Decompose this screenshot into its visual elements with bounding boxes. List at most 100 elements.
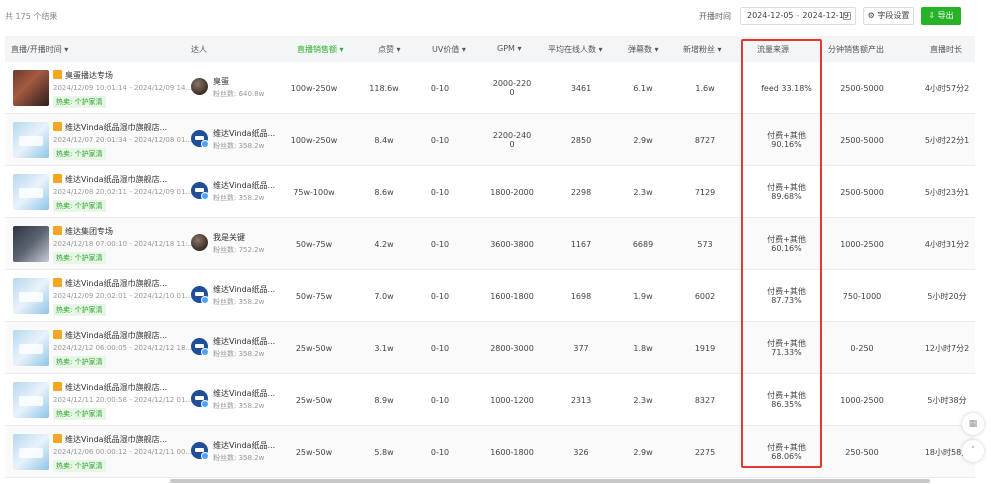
- vertical-scrollbar[interactable]: [975, 0, 991, 484]
- live-title[interactable]: 维达Vinda纸品湿巾旗舰店...: [53, 174, 167, 185]
- kol-avatar[interactable]: [191, 390, 209, 408]
- column-header-newfans[interactable]: 新增粉丝 ▾: [683, 44, 722, 55]
- live-time: 2024/12/09 20:02:01 - 2024/12/10 01...: [53, 292, 193, 300]
- field-settings-button[interactable]: ⚙ 字段设置: [863, 7, 914, 25]
- cell-duration: 5小时20分: [927, 292, 967, 301]
- cell-gpm: 2200-240 0: [492, 131, 532, 149]
- kol-name[interactable]: 维达Vinda纸品...: [213, 284, 275, 295]
- kol-avatar[interactable]: [191, 78, 208, 95]
- cell-online: 377: [573, 344, 589, 353]
- cell-danmu: 1.8w: [633, 344, 653, 353]
- table-row[interactable]: 维达Vinda纸品湿巾旗舰店... 2024/12/08 20:02:11 - 2…: [5, 166, 975, 218]
- kol-name[interactable]: 维达Vinda纸品...: [213, 180, 275, 191]
- cell-danmu: 2.9w: [633, 136, 653, 145]
- live-title[interactable]: 维达集团专场: [53, 226, 113, 237]
- column-header-sales[interactable]: 直播销售额 ▾: [297, 44, 344, 55]
- live-title-text: 维达Vinda纸品湿巾旗舰店...: [65, 279, 168, 288]
- live-thumbnail[interactable]: [13, 70, 49, 106]
- kol-avatar[interactable]: [191, 442, 209, 460]
- live-title-text: 臭蛋播达专场: [65, 71, 113, 80]
- column-header-uv[interactable]: UV价值 ▾: [432, 44, 466, 55]
- cell-permin: 250-500: [845, 448, 879, 457]
- export-button[interactable]: ⇩ 导出: [921, 7, 961, 25]
- column-header-likes[interactable]: 点赞 ▾: [378, 44, 401, 55]
- kol-name[interactable]: 维达Vinda纸品...: [213, 336, 275, 347]
- kol-name[interactable]: 臭蛋: [213, 76, 229, 87]
- live-title-text: 维达Vinda纸品湿巾旗舰店...: [65, 435, 168, 444]
- cell-permin: 1000-2500: [840, 396, 884, 405]
- kol-name[interactable]: 维达Vinda纸品...: [213, 388, 275, 399]
- cell-permin: 2500-5000: [840, 188, 884, 197]
- live-thumbnail[interactable]: [13, 226, 49, 262]
- live-title[interactable]: 维达Vinda纸品湿巾旗舰店...: [53, 382, 167, 393]
- column-header-permin: 分钟销售额产出: [828, 45, 884, 54]
- table-row[interactable]: 维达Vinda纸品湿巾旗舰店... 2024/12/07 20:01:34 - 2…: [5, 114, 975, 166]
- live-title[interactable]: 维达Vinda纸品湿巾旗舰店...: [53, 330, 167, 341]
- horizontal-scrollbar[interactable]: [0, 477, 975, 483]
- cell-traffic: 付费+其他 87.73%: [767, 287, 806, 305]
- column-header-gpm[interactable]: GPM ▾: [497, 44, 521, 53]
- date-end: 2024-12-19: [802, 11, 849, 20]
- live-title-text: 维达集团专场: [65, 227, 113, 236]
- toolbar: 共 175 个结果 开播时间 2024-12-05-2024-12-19 ⚙ 字…: [0, 0, 975, 32]
- live-title[interactable]: 臭蛋播达专场: [53, 70, 113, 81]
- live-title[interactable]: 维达Vinda纸品湿巾旗舰店...: [53, 122, 167, 133]
- table-row[interactable]: 维达Vinda纸品湿巾旗舰店... 2024/12/06 00:00:12 - 2…: [5, 426, 975, 478]
- live-thumbnail[interactable]: [13, 174, 49, 210]
- cell-uv: 0-10: [430, 292, 450, 301]
- cell-permin: 1000-2500: [840, 240, 884, 249]
- live-thumbnail[interactable]: [13, 434, 49, 470]
- cell-newfans: 573: [697, 240, 713, 249]
- back-to-top-icon[interactable]: ˄: [962, 440, 984, 462]
- live-thumbnail[interactable]: [13, 122, 49, 158]
- cell-likes: 3.1w: [374, 344, 394, 353]
- live-tag-icon: [53, 70, 62, 79]
- table-view-icon[interactable]: ▦: [962, 413, 984, 435]
- table-row[interactable]: 维达集团专场 2024/12/18 07:00:10 - 2024/12/18 1…: [5, 218, 975, 270]
- kol-avatar[interactable]: [191, 234, 208, 251]
- cell-newfans: 8727: [694, 136, 716, 145]
- cell-danmu: 6.1w: [633, 84, 653, 93]
- live-thumbnail[interactable]: [13, 278, 49, 314]
- cell-permin: 2500-5000: [840, 136, 884, 145]
- date-start: 2024-12-05: [747, 11, 794, 20]
- live-tag-icon: [53, 434, 62, 443]
- cell-online: 3461: [570, 84, 592, 93]
- kol-name[interactable]: 维达Vinda纸品...: [213, 128, 275, 139]
- cell-duration: 12小时7分2: [924, 344, 970, 353]
- kol-avatar[interactable]: [191, 286, 209, 304]
- cell-danmu: 6689: [632, 240, 654, 249]
- cell-danmu: 2.3w: [633, 188, 653, 197]
- live-tag-icon: [53, 122, 62, 131]
- cell-online: 2850: [570, 136, 592, 145]
- kol-avatar[interactable]: [191, 338, 209, 356]
- scrollbar-thumb[interactable]: [170, 479, 930, 483]
- live-tag-icon: [53, 278, 62, 287]
- column-header-kol: 达人: [191, 45, 207, 54]
- cell-danmu: 2.3w: [633, 396, 653, 405]
- cell-traffic: 付费+其他 86.35%: [767, 391, 806, 409]
- live-title[interactable]: 维达Vinda纸品湿巾旗舰店...: [53, 434, 167, 445]
- column-header-online[interactable]: 平均在线人数 ▾: [548, 44, 603, 55]
- kol-name[interactable]: 我是关键: [213, 232, 245, 243]
- column-header-live[interactable]: 直播/开播时间 ▾: [11, 44, 68, 55]
- cell-gpm: 1600-1800: [490, 292, 534, 301]
- live-thumbnail[interactable]: [13, 382, 49, 418]
- hot-category-badge: 热卖: 个护家清: [53, 200, 106, 212]
- table-row[interactable]: 维达Vinda纸品湿巾旗舰店... 2024/12/09 20:02:01 - 2…: [5, 270, 975, 322]
- kol-avatar[interactable]: [191, 130, 209, 148]
- cell-gpm: 3600-3800: [490, 240, 534, 249]
- cell-gpm: 1800-2000: [490, 188, 534, 197]
- date-range-picker[interactable]: 2024-12-05-2024-12-19: [740, 7, 856, 25]
- cell-online: 2313: [570, 396, 592, 405]
- table-row[interactable]: 维达Vinda纸品湿巾旗舰店... 2024/12/11 20:00:58 - 2…: [5, 374, 975, 426]
- result-count: 共 175 个结果: [5, 12, 58, 21]
- kol-name[interactable]: 维达Vinda纸品...: [213, 440, 275, 451]
- live-thumbnail[interactable]: [13, 330, 49, 366]
- cell-likes: 8.9w: [374, 396, 394, 405]
- table-row[interactable]: 臭蛋播达专场 2024/12/09 10:01:14 - 2024/12/09 1…: [5, 62, 975, 114]
- kol-avatar[interactable]: [191, 182, 209, 200]
- table-row[interactable]: 维达Vinda纸品湿巾旗舰店... 2024/12/12 06:00:05 - 2…: [5, 322, 975, 374]
- live-title[interactable]: 维达Vinda纸品湿巾旗舰店...: [53, 278, 167, 289]
- column-header-danmu[interactable]: 弹幕数 ▾: [628, 44, 659, 55]
